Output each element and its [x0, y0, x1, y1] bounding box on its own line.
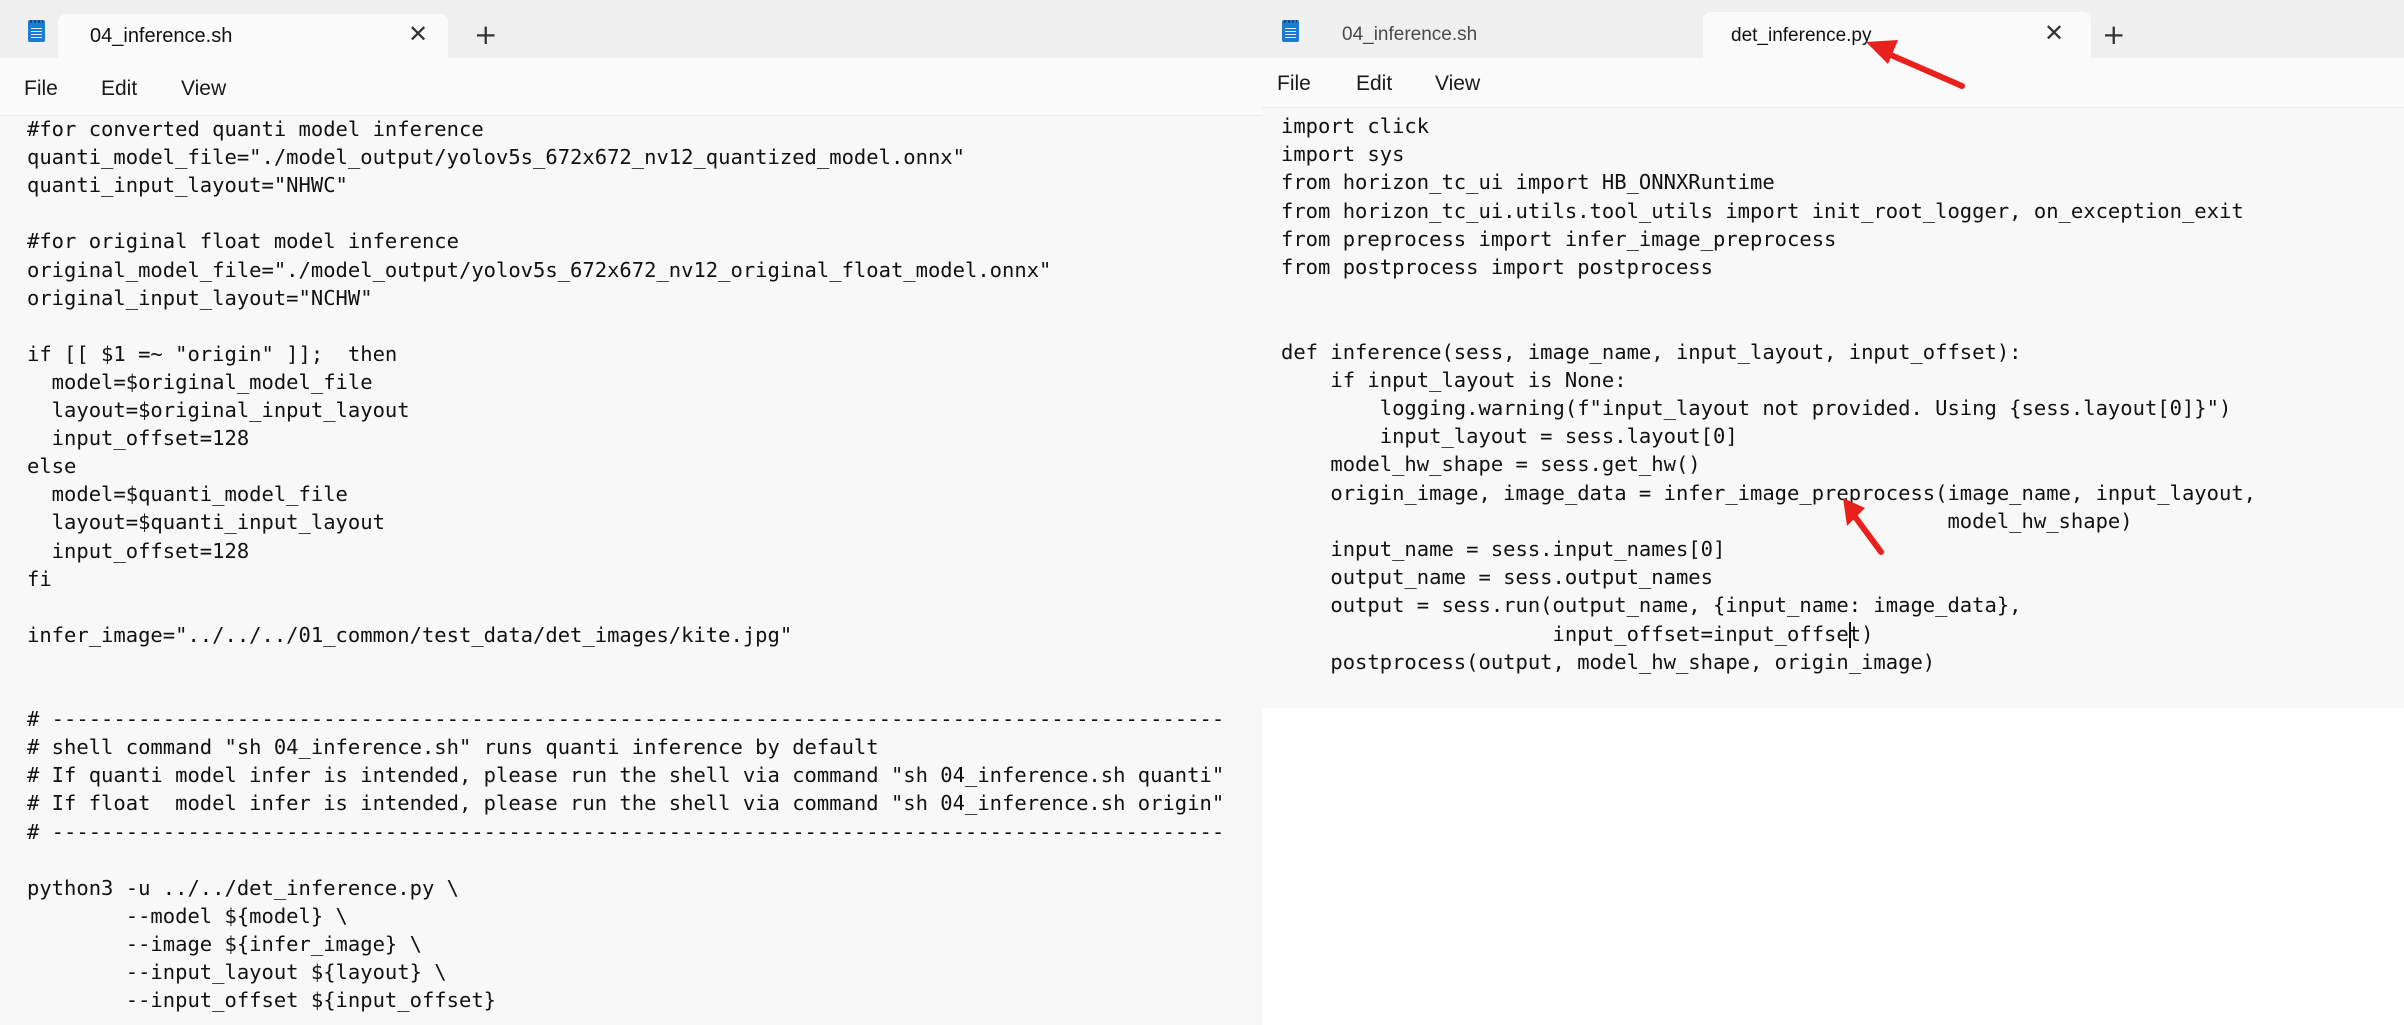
- code-line: --model ${model} \: [27, 903, 348, 928]
- code-line: --input_layout ${layout} \: [27, 960, 447, 984]
- code-line: output_name = sess.output_names: [1281, 565, 1713, 590]
- tab-label: det_inference.py: [1731, 25, 1872, 46]
- code-line: import sys: [1281, 142, 1405, 167]
- code-line: original_model_file="./model_output/yolo…: [27, 257, 1052, 282]
- code-line: input_offset=input_offset): [1281, 621, 1874, 646]
- code-line: from postprocess import postprocess: [1281, 255, 1713, 279]
- clipped-text-line: [1432, 108, 1732, 112]
- code-line: input_offset=128: [27, 426, 250, 451]
- title-bar: 04_inference.sh ✕ +: [0, 0, 1262, 58]
- code-line: #for converted quanti model inference: [27, 117, 484, 141]
- code-line: import click: [1281, 114, 1430, 138]
- tab-04-inference-sh[interactable]: 04_inference.sh ✕: [58, 14, 448, 58]
- code-line: quanti_model_file="./model_output/yolov5…: [27, 145, 965, 170]
- code-line: fi: [27, 566, 52, 591]
- menu-file[interactable]: File: [1277, 72, 1311, 96]
- code-line: origin_image, image_data = infer_image_p…: [1281, 480, 2257, 505]
- menu-file[interactable]: File: [24, 77, 58, 101]
- code-line: python3 -u ../../det_inference.py \: [27, 875, 459, 900]
- code-line: # --------------------------------------…: [27, 819, 1225, 844]
- code-line: from horizon_tc_ui.utils.tool_utils impo…: [1281, 198, 2244, 223]
- code-line: #for original float model inference: [27, 229, 459, 254]
- code-line: output = sess.run(output_name, {input_na…: [1281, 593, 2022, 618]
- code-line: --input_offset ${input_offset}: [27, 988, 496, 1013]
- code-line: else: [27, 454, 77, 479]
- code-line: logging.warning(f"input_layout not provi…: [1281, 396, 2232, 420]
- title-bar: 04_inference.sh det_inference.py ✕ +: [1262, 0, 2404, 58]
- code-line: def inference(sess, image_name, input_la…: [1281, 339, 2022, 364]
- close-icon[interactable]: ✕: [2044, 19, 2064, 47]
- code-line: input_offset=128: [27, 538, 250, 563]
- code-line: input_layout = sess.layout[0]: [1281, 424, 1738, 449]
- code-line: # --------------------------------------…: [27, 707, 1225, 732]
- code-line: layout=$original_input_layout: [27, 398, 410, 422]
- code-line: original_input_layout="NCHW": [27, 285, 373, 310]
- code-line: infer_image="../../../01_common/test_dat…: [27, 622, 793, 647]
- menu-edit[interactable]: Edit: [1356, 72, 1392, 96]
- code-line: layout=$quanti_input_layout: [27, 510, 385, 535]
- code-line: model_hw_shape = sess.get_hw(): [1281, 452, 1701, 477]
- menu-bar: File Edit View: [0, 58, 1262, 116]
- code-line: from horizon_tc_ui import HB_ONNXRuntime: [1281, 170, 1775, 195]
- code-line: if input_layout is None:: [1281, 367, 1627, 392]
- notepad-window-left: 04_inference.sh ✕ + File Edit View #for …: [0, 0, 1262, 1025]
- tab-label: 04_inference.sh: [90, 25, 233, 47]
- menu-view[interactable]: View: [1435, 72, 1480, 96]
- code-line: model_hw_shape): [1281, 508, 2133, 533]
- menu-bar: File Edit View: [1262, 58, 2404, 108]
- text-cursor: [1849, 621, 1851, 648]
- tab-04-inference-sh[interactable]: 04_inference.sh: [1342, 24, 1477, 46]
- text-editor[interactable]: import click import sys from horizon_tc_ui…: [1262, 108, 2404, 708]
- code-line: model=$original_model_file: [27, 369, 373, 394]
- tab-det-inference-py[interactable]: det_inference.py ✕: [1703, 12, 2091, 58]
- menu-view[interactable]: View: [181, 77, 226, 101]
- code-line: postprocess(output, model_hw_shape, orig…: [1281, 649, 1936, 674]
- text-editor[interactable]: #for converted quanti model inference qua…: [0, 116, 1262, 1025]
- code-line: input_name = sess.input_names[0]: [1281, 537, 1726, 561]
- code-line: from preprocess import infer_image_prepr…: [1281, 226, 1837, 251]
- code-line: model=$quanti_model_file: [27, 482, 348, 507]
- plus-icon[interactable]: +: [474, 18, 497, 51]
- code-line: # shell command "sh 04_inference.sh" run…: [27, 735, 879, 760]
- code-line: if [[ $1 =~ "origin" ]]; then: [27, 341, 398, 366]
- notepad-icon: [1282, 20, 1299, 42]
- code-line: --image ${infer_image} \: [27, 931, 422, 956]
- notepad-icon: [28, 20, 45, 42]
- notepad-window-right: 04_inference.sh det_inference.py ✕ + Fil…: [1262, 0, 2404, 1025]
- menu-edit[interactable]: Edit: [101, 77, 137, 101]
- plus-icon[interactable]: +: [2102, 18, 2125, 51]
- code-line: quanti_input_layout="NHWC": [27, 173, 348, 198]
- code-line: # If quanti model infer is intended, ple…: [27, 763, 1225, 788]
- close-icon[interactable]: ✕: [408, 20, 428, 48]
- code-line: # If float model infer is intended, plea…: [27, 791, 1225, 816]
